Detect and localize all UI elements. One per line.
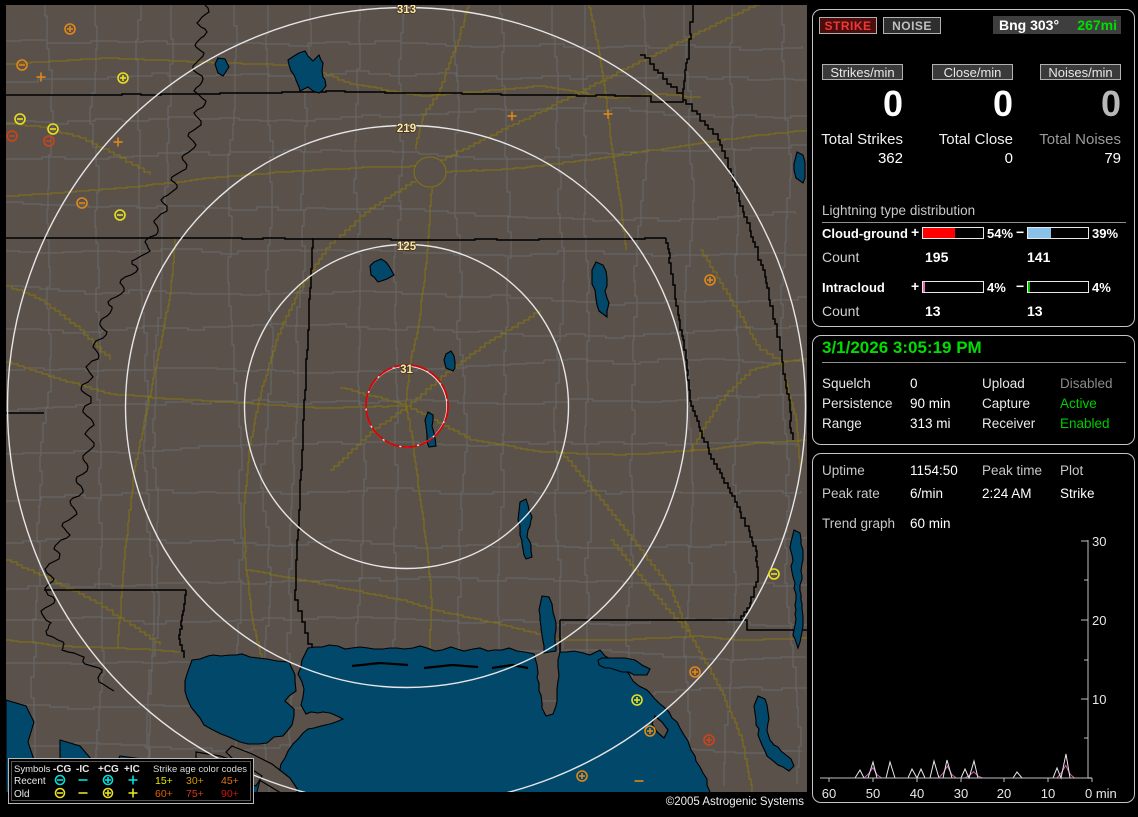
svg-text:75+: 75+ [186, 788, 204, 800]
svg-text:45+: 45+ [221, 775, 239, 787]
svg-text:+CG: +CG [98, 764, 119, 775]
svg-text:Old: Old [14, 789, 30, 800]
svg-text:-CG: -CG [53, 764, 72, 775]
svg-text:90+: 90+ [221, 788, 239, 800]
svg-text:219: 219 [397, 123, 416, 135]
svg-text:125: 125 [397, 241, 417, 253]
svg-text:Strike age color codes: Strike age color codes [153, 764, 247, 775]
svg-text:-IC: -IC [76, 764, 89, 775]
svg-text:©2005 Astrogenic Systems: ©2005 Astrogenic Systems [666, 796, 804, 808]
svg-text:31: 31 [400, 364, 413, 376]
svg-text:30+: 30+ [186, 775, 204, 787]
svg-text:Recent: Recent [14, 776, 46, 787]
svg-text:15+: 15+ [155, 775, 173, 787]
svg-text:313: 313 [397, 4, 416, 16]
svg-text:+IC: +IC [124, 764, 140, 775]
svg-text:60+: 60+ [155, 788, 173, 800]
svg-text:Symbols: Symbols [14, 764, 51, 775]
